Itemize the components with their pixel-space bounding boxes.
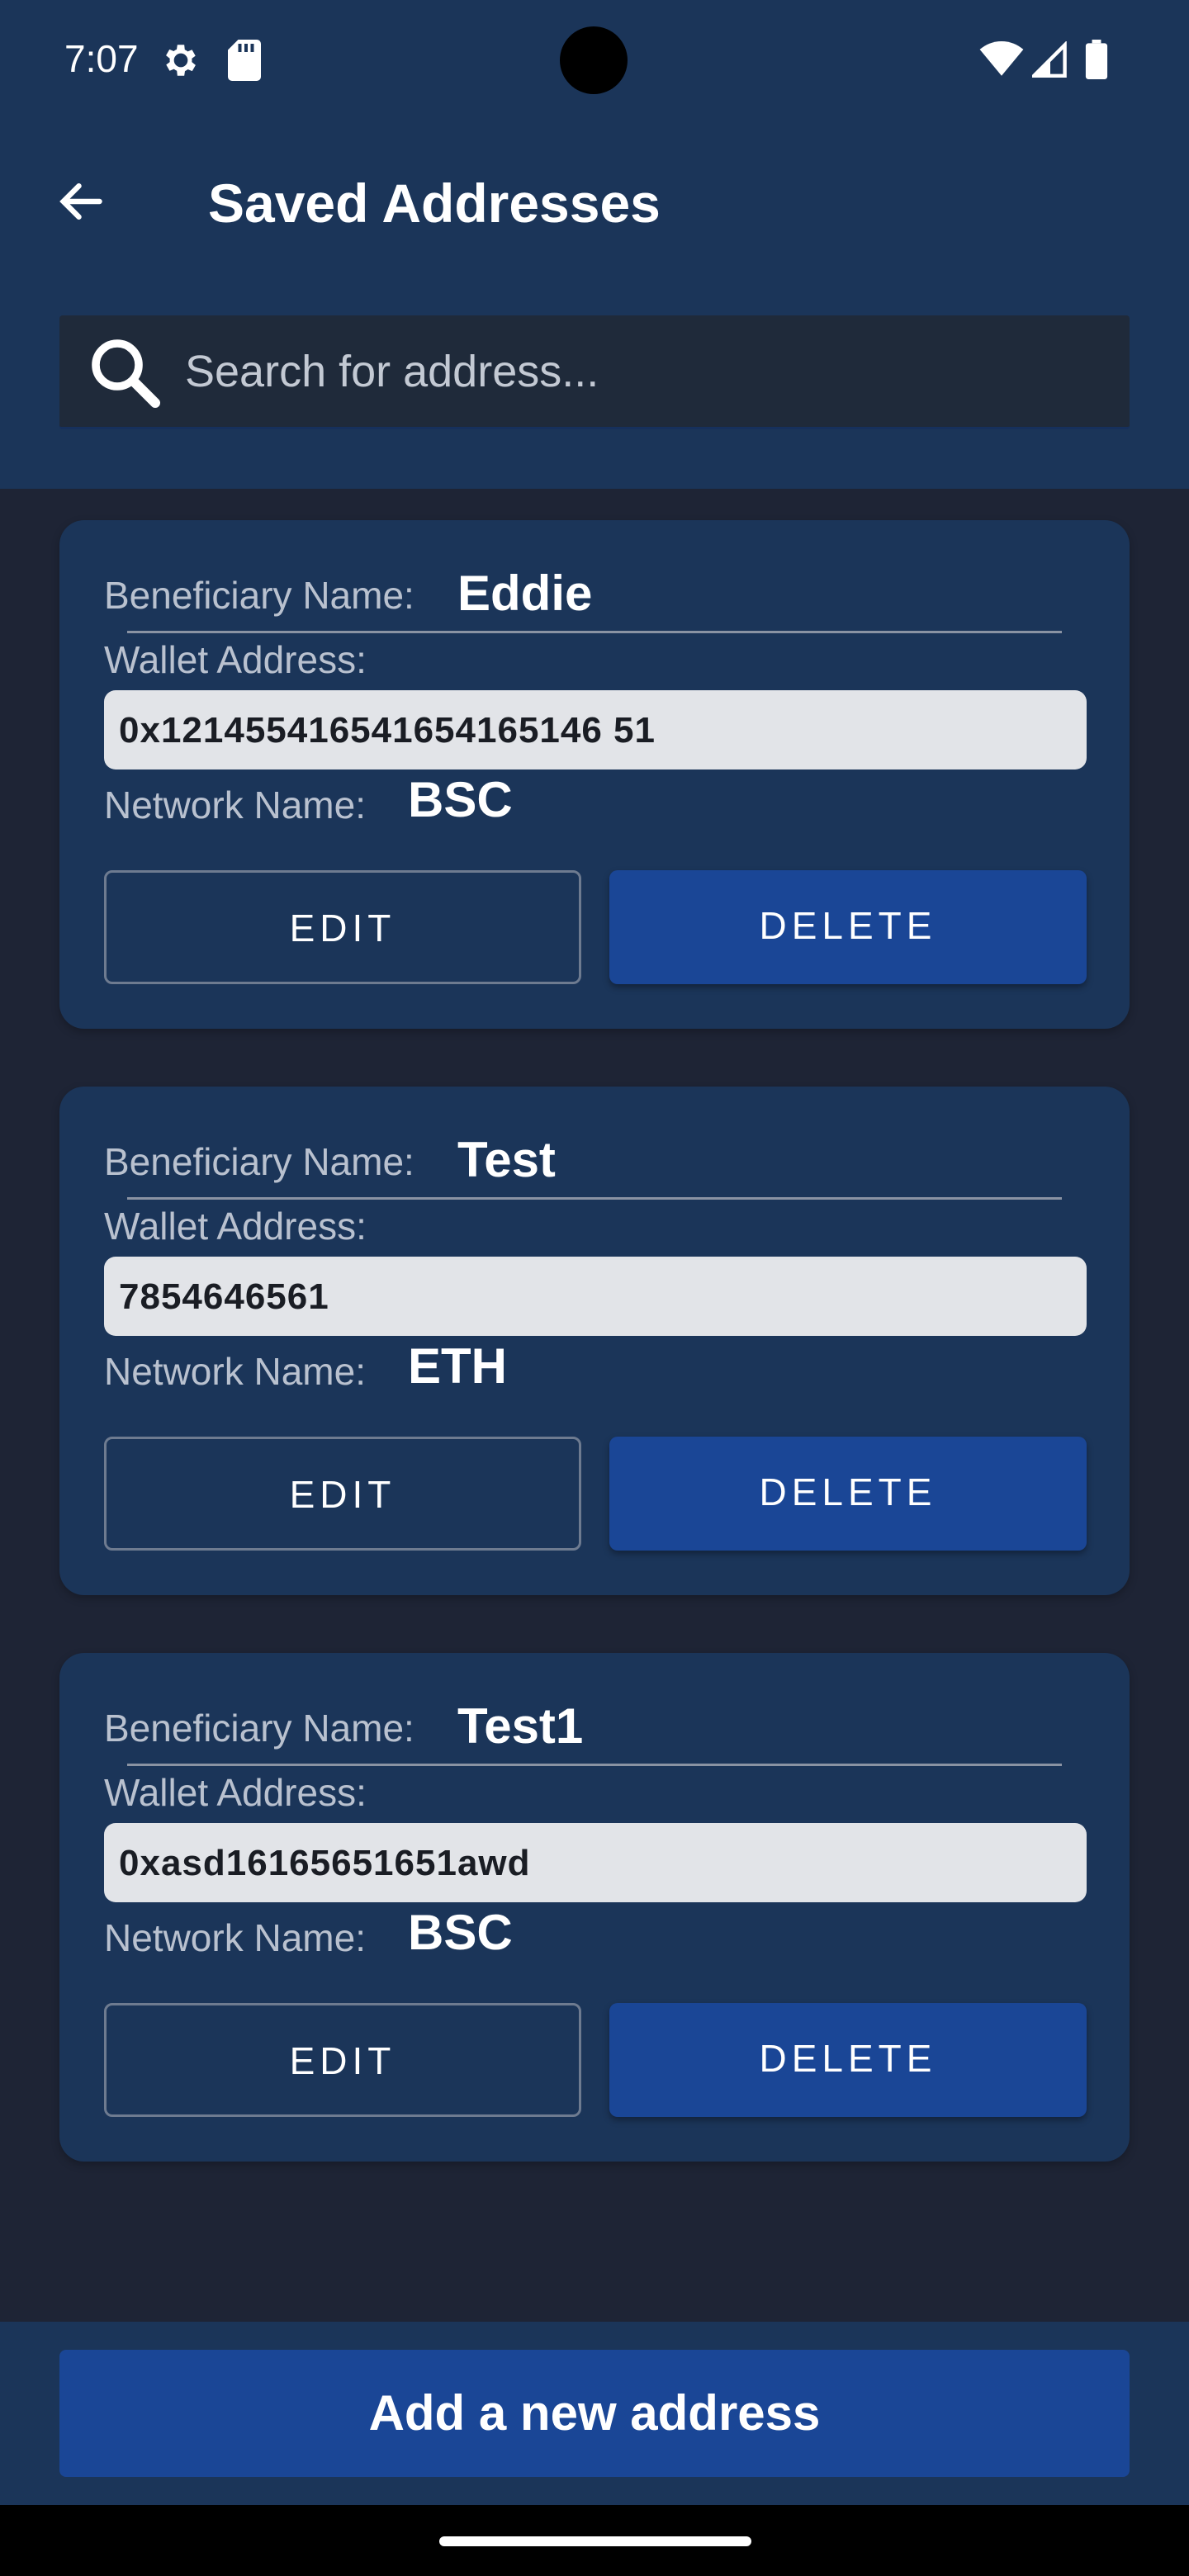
app-header: 7:07 Saved Addresses — [0, 0, 1189, 489]
address-card: Beneficiary Name: Test1 Wallet Address: … — [59, 1653, 1130, 2162]
signal-icon — [1032, 41, 1067, 78]
wallet-label: Wallet Address: — [104, 638, 367, 681]
add-address-button[interactable]: Add a new address — [59, 2350, 1130, 2477]
status-time: 7:07 — [64, 37, 139, 80]
search-input[interactable] — [185, 315, 1101, 427]
network-name: BSC — [408, 772, 513, 827]
bottom-action-bar: Add a new address — [0, 2322, 1189, 2505]
edit-button[interactable]: EDIT — [104, 1437, 581, 1551]
address-card: Beneficiary Name: Eddie Wallet Address: … — [59, 520, 1130, 1029]
wallet-address-field: 7854646561 — [104, 1257, 1087, 1336]
delete-button[interactable]: DELETE — [609, 2003, 1087, 2117]
beneficiary-name: Test1 — [457, 1698, 584, 1754]
wallet-address-field: 0xasd16165651651awd — [104, 1823, 1087, 1902]
beneficiary-underline — [127, 1197, 1062, 1200]
beneficiary-underline — [127, 1764, 1062, 1766]
system-nav-bar — [0, 2505, 1189, 2576]
delete-button[interactable]: DELETE — [609, 870, 1087, 984]
edit-button[interactable]: EDIT — [104, 870, 581, 984]
beneficiary-underline — [127, 631, 1062, 633]
wallet-address-value: 0x121455416541654165146 51 — [119, 710, 656, 751]
wifi-icon — [979, 41, 1024, 76]
delete-button[interactable]: DELETE — [609, 1437, 1087, 1551]
network-name: ETH — [408, 1338, 507, 1394]
status-bar: 7:07 — [0, 0, 1189, 121]
wallet-address-field: 0x121455416541654165146 51 — [104, 690, 1087, 769]
network-label: Network Name: — [104, 1916, 366, 1959]
beneficiary-name: Eddie — [457, 566, 593, 621]
page-title: Saved Addresses — [208, 173, 661, 234]
address-card: Beneficiary Name: Test Wallet Address: 7… — [59, 1087, 1130, 1595]
home-indicator[interactable] — [439, 2536, 751, 2546]
network-label: Network Name: — [104, 784, 366, 826]
search-bar[interactable] — [59, 315, 1130, 429]
wallet-address-value: 0xasd16165651651awd — [119, 1843, 531, 1883]
beneficiary-label: Beneficiary Name: — [104, 1140, 414, 1183]
wallet-label: Wallet Address: — [104, 1771, 367, 1814]
gear-icon — [166, 45, 196, 76]
network-name: BSC — [408, 1905, 513, 1960]
sd-card-icon — [228, 40, 261, 81]
search-icon — [92, 339, 160, 408]
beneficiary-label: Beneficiary Name: — [104, 574, 414, 617]
battery-icon — [1085, 40, 1108, 79]
camera-cutout — [560, 26, 628, 94]
beneficiary-name: Test — [457, 1132, 556, 1187]
arrow-left-icon[interactable] — [54, 177, 107, 226]
wallet-address-value: 7854646561 — [119, 1276, 329, 1317]
network-label: Network Name: — [104, 1350, 366, 1393]
toolbar: Saved Addresses — [0, 121, 1189, 282]
wallet-label: Wallet Address: — [104, 1205, 367, 1248]
beneficiary-label: Beneficiary Name: — [104, 1707, 414, 1750]
edit-button[interactable]: EDIT — [104, 2003, 581, 2117]
